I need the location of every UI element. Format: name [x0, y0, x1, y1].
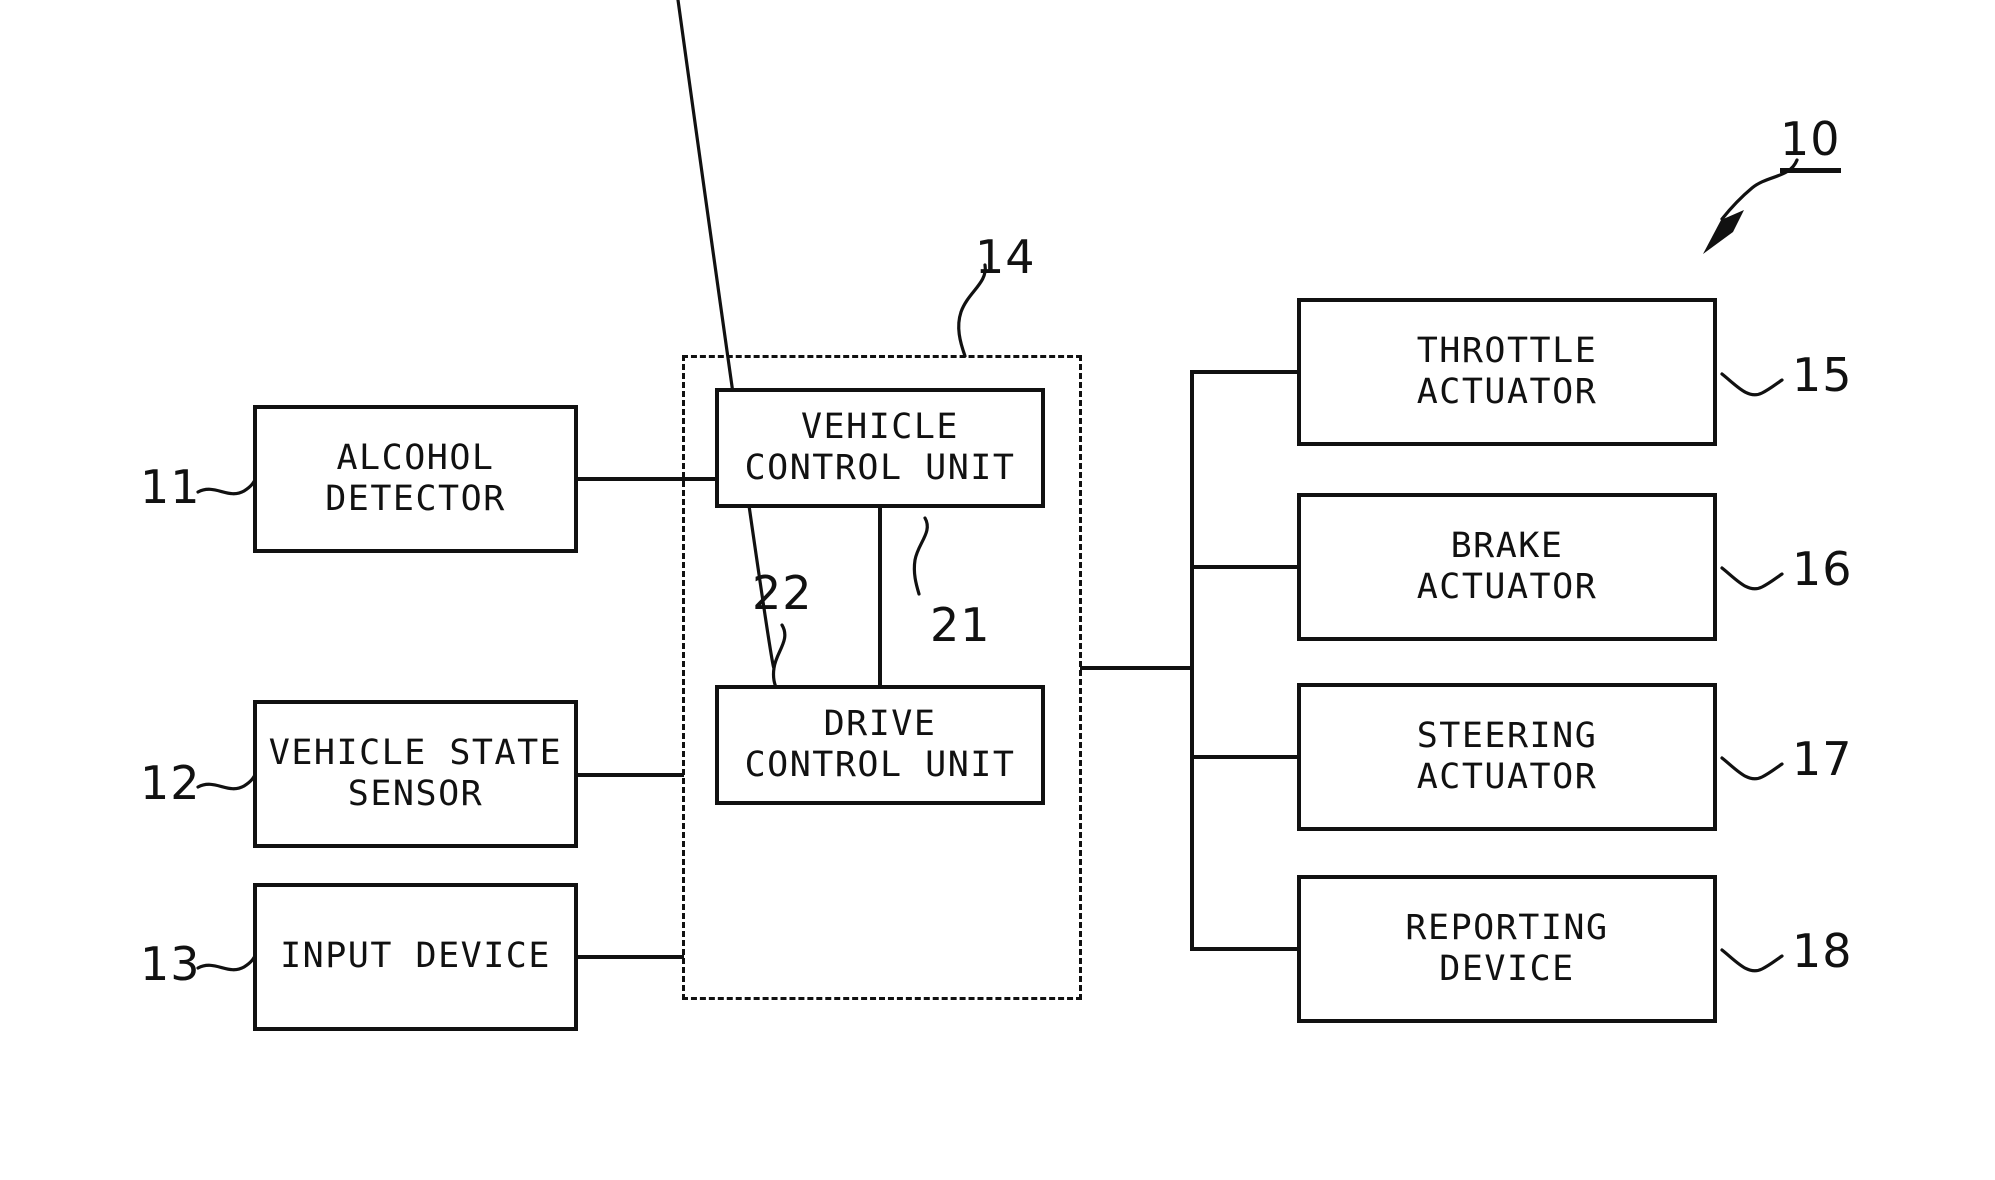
block-label-line: DRIVE: [823, 703, 937, 744]
figure-canvas: ALCOHOL DETECTOR VEHICLE STATE SENSOR IN…: [0, 0, 1995, 1180]
ref-numeral-15: 15: [1792, 348, 1853, 402]
ref-numeral-18: 18: [1792, 924, 1853, 978]
ref-numeral-13: 13: [140, 937, 201, 991]
leader-12: [196, 771, 258, 791]
block-label-line: ALCOHOL: [336, 437, 495, 478]
block-steering-actuator[interactable]: STEERING ACTUATOR: [1297, 683, 1717, 831]
block-label-line: INPUT DEVICE: [280, 936, 551, 977]
ref-numeral-10: 10: [1780, 112, 1841, 173]
block-label-line: THROTTLE: [1416, 330, 1598, 371]
block-label-line: DEVICE: [1439, 949, 1575, 989]
block-label-line: CONTROL UNIT: [744, 745, 1016, 785]
block-label-line: VEHICLE STATE: [268, 732, 563, 773]
leader-13: [196, 952, 258, 972]
ref-numeral-12: 12: [140, 756, 201, 810]
ref-numeral-14: 14: [975, 230, 1036, 284]
block-label-line: SENSOR: [347, 774, 484, 814]
block-vehicle-control-unit[interactable]: VEHICLE CONTROL UNIT: [715, 388, 1045, 508]
block-label-line: REPORTING: [1405, 907, 1609, 948]
block-label-line: ACTUATOR: [1416, 757, 1598, 797]
block-label-line: DETECTOR: [325, 479, 506, 519]
leader-16: [1720, 566, 1784, 591]
block-label-line: STEERING: [1416, 715, 1598, 756]
block-label-line: BRAKE: [1450, 525, 1564, 566]
ref-numeral-22: 22: [752, 566, 813, 620]
block-reporting-device[interactable]: REPORTING DEVICE: [1297, 875, 1717, 1023]
block-brake-actuator[interactable]: BRAKE ACTUATOR: [1297, 493, 1717, 641]
ref-numeral-11: 11: [140, 460, 201, 514]
block-label-line: ACTUATOR: [1416, 567, 1598, 607]
leader-18: [1720, 948, 1784, 973]
block-vehicle-state-sensor[interactable]: VEHICLE STATE SENSOR: [253, 700, 578, 848]
block-input-device[interactable]: INPUT DEVICE: [253, 883, 578, 1031]
block-label-line: ACTUATOR: [1416, 372, 1598, 412]
block-label-line: CONTROL UNIT: [744, 448, 1016, 488]
leader-11: [196, 476, 258, 496]
leader-17: [1720, 756, 1784, 781]
block-alcohol-detector[interactable]: ALCOHOL DETECTOR: [253, 405, 578, 553]
block-drive-control-unit[interactable]: DRIVE CONTROL UNIT: [715, 685, 1045, 805]
ref-numeral-21: 21: [930, 598, 991, 652]
ref-numeral-16: 16: [1792, 542, 1853, 596]
block-throttle-actuator[interactable]: THROTTLE ACTUATOR: [1297, 298, 1717, 446]
ref-numeral-17: 17: [1792, 732, 1853, 786]
leader-15: [1720, 372, 1784, 397]
block-label-line: VEHICLE: [800, 406, 959, 447]
